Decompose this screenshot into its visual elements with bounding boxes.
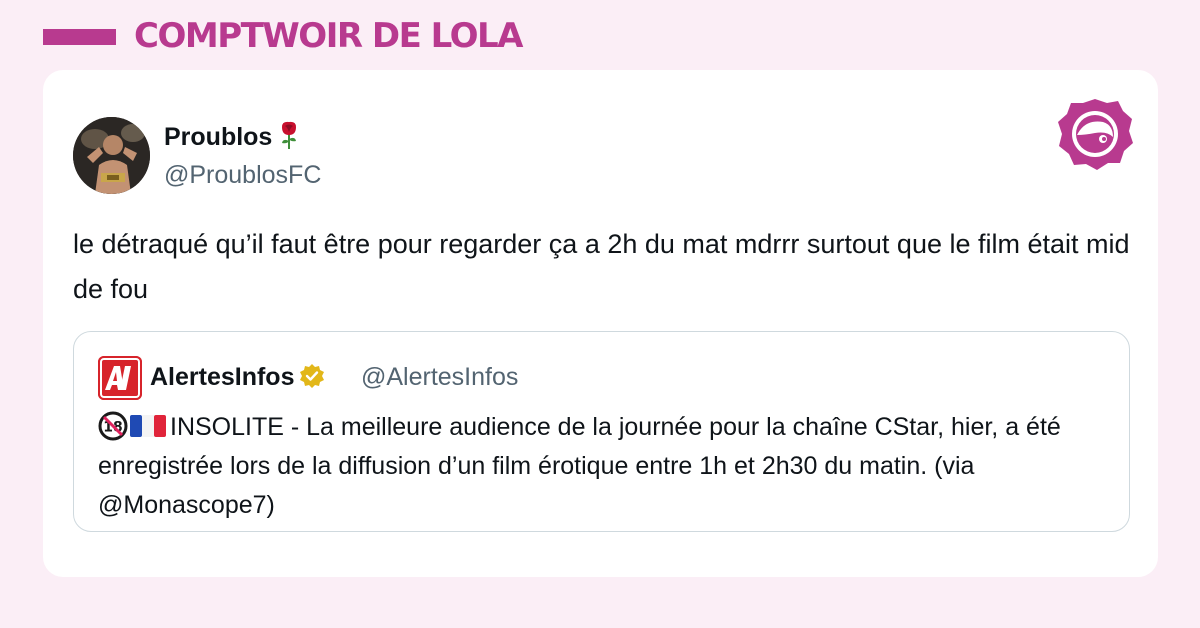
tweet-text: le détraqué qu’il faut être pour regarde… xyxy=(73,229,1130,304)
quoted-display-name[interactable]: AlertesInfos xyxy=(150,360,325,394)
user-handle[interactable]: @ProublosFC xyxy=(164,159,321,191)
rose-icon xyxy=(282,121,297,149)
alertesinfos-logo-icon xyxy=(98,356,142,400)
brand-bar xyxy=(43,29,116,45)
brand-title: COMPTWOIR DE LOLA xyxy=(134,16,524,56)
display-name[interactable]: Proublos xyxy=(164,120,300,154)
display-name-text: Proublos xyxy=(164,123,273,151)
verified-badge-icon xyxy=(300,364,325,388)
avatar[interactable] xyxy=(73,117,150,194)
france-flag-icon xyxy=(130,415,166,437)
quoted-display-name-text: AlertesInfos xyxy=(150,363,295,391)
quoted-tweet-text: 18 INSOLITE - La meilleure audience de l… xyxy=(98,408,1108,525)
quoted-tweet[interactable]: AlertesInfos @AlertesInfos 18 INSOLITE -… xyxy=(73,331,1130,532)
brand-logo-icon xyxy=(1058,99,1133,170)
quoted-user-handle[interactable]: @AlertesInfos xyxy=(361,360,518,394)
tweet-card: Proublos @ProublosFC le détraqué qu’il f… xyxy=(43,70,1158,577)
quoted-tweet-body: INSOLITE - La meilleure audience de la j… xyxy=(98,413,1061,519)
no-under-18-icon: 18 xyxy=(98,411,128,441)
